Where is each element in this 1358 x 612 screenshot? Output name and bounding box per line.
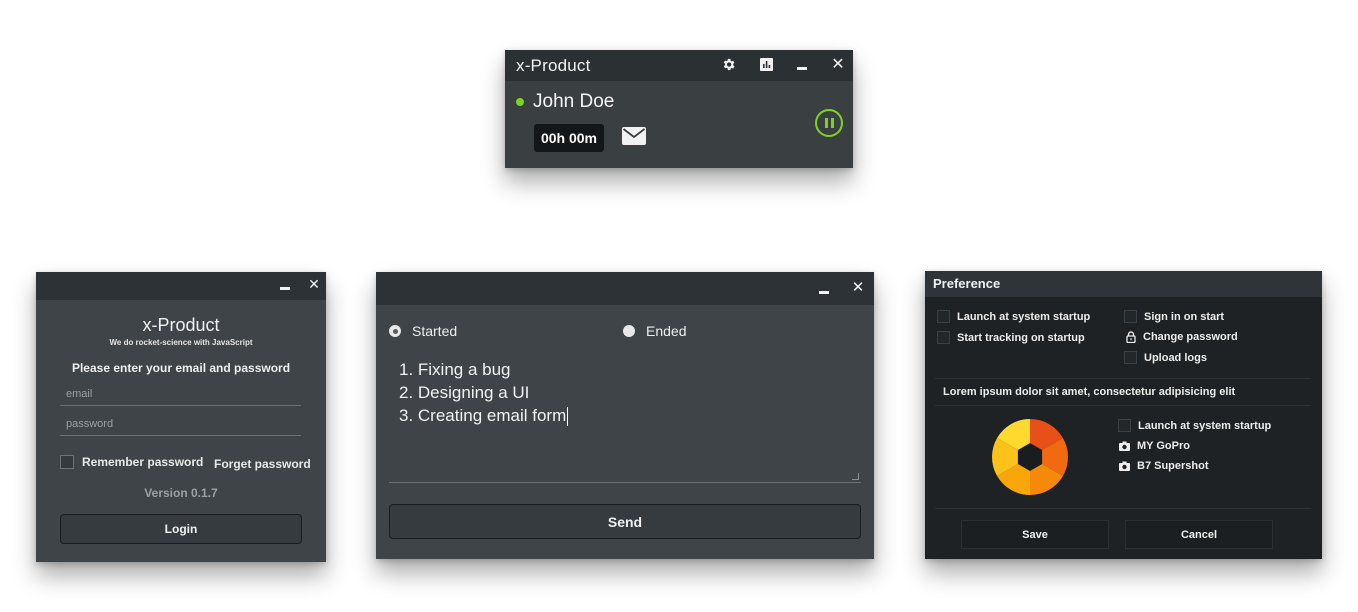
camera-shutter-logo-icon	[991, 418, 1069, 501]
lock-icon	[1124, 331, 1137, 343]
divider	[935, 508, 1311, 509]
upload-logs-option[interactable]: Upload logs	[1124, 351, 1207, 364]
launch-startup-option[interactable]: Launch at system startup	[937, 310, 1090, 323]
start-tracking-option[interactable]: Start tracking on startup	[937, 331, 1085, 344]
elapsed-timer: 00h 00m	[534, 124, 604, 152]
tracker-widget-window: x-Product ✕ John Doe 00h 00m	[505, 50, 853, 168]
device-supershot-label: B7 Supershot	[1137, 460, 1209, 472]
divider	[935, 405, 1311, 406]
pause-button[interactable]	[815, 109, 843, 137]
change-password-label: Change password	[1143, 331, 1238, 343]
camera-icon	[1118, 441, 1131, 451]
launch-startup-label-2: Launch at system startup	[1138, 419, 1272, 432]
save-button[interactable]: Save	[961, 520, 1109, 549]
camera-icon	[1118, 461, 1131, 471]
preference-titlebar[interactable]: Preference	[925, 271, 1322, 297]
widget-titlebar[interactable]: x-Product ✕	[505, 50, 853, 81]
password-field[interactable]: password	[60, 412, 301, 436]
upload-logs-checkbox[interactable]	[1124, 351, 1137, 364]
version-label: Version 0.1.7	[144, 486, 218, 500]
login-window: ✕ x-Product We do rocket-science with Ja…	[36, 272, 326, 562]
close-icon[interactable]: ✕	[307, 277, 321, 293]
task-line-text: 3. Creating email form	[399, 406, 567, 425]
chart-icon[interactable]	[759, 57, 773, 71]
login-app-title: x-Product	[142, 315, 220, 335]
gear-icon[interactable]	[720, 56, 736, 72]
task-report-window: ✕ Started Ended 1. Fixing a bug 2. Desig…	[376, 272, 874, 559]
close-icon[interactable]: ✕	[851, 279, 865, 295]
preference-title: Preference	[933, 276, 1001, 291]
start-tracking-label: Start tracking on startup	[957, 331, 1085, 344]
mail-icon[interactable]	[622, 127, 646, 150]
minimize-icon[interactable]	[818, 288, 830, 296]
remember-password-label: Remember password	[82, 455, 204, 469]
task-textarea[interactable]: 1. Fixing a bug 2. Designing a UI 3. Cre…	[389, 352, 861, 483]
sign-in-label: Sign in on start	[1144, 310, 1225, 323]
device-gopro-label: MY GoPro	[1137, 440, 1190, 452]
divider	[935, 378, 1311, 379]
minimize-icon[interactable]	[796, 63, 808, 73]
change-password-option[interactable]: Change password	[1124, 331, 1238, 343]
send-button[interactable]: Send	[389, 504, 861, 539]
preference-window: Preference Launch at system startup Star…	[925, 271, 1322, 559]
start-tracking-checkbox[interactable]	[937, 331, 950, 344]
device-gopro-option[interactable]: MY GoPro	[1118, 440, 1190, 452]
sign-in-checkbox[interactable]	[1124, 310, 1137, 323]
task-line: 3. Creating email form	[389, 404, 861, 427]
pause-icon	[824, 118, 828, 128]
forget-password-link[interactable]: Forget password	[214, 457, 311, 471]
task-line: 2. Designing a UI	[399, 383, 530, 402]
tasks-titlebar[interactable]: ✕	[376, 272, 874, 305]
launch-startup-checkbox[interactable]	[937, 310, 950, 323]
resize-grip[interactable]	[852, 473, 859, 480]
description-text: Lorem ipsum dolor sit amet, consectetur …	[943, 386, 1236, 398]
launch-startup-checkbox-2[interactable]	[1118, 419, 1131, 432]
login-titlebar[interactable]: ✕	[36, 272, 326, 300]
radio-started-button[interactable]	[389, 325, 401, 337]
device-supershot-option[interactable]: B7 Supershot	[1118, 460, 1209, 472]
online-status-dot	[516, 98, 524, 106]
launch-startup-option-2[interactable]: Launch at system startup	[1118, 419, 1271, 432]
launch-startup-label: Launch at system startup	[957, 310, 1091, 323]
upload-logs-label: Upload logs	[1144, 351, 1207, 364]
login-tagline: We do rocket-science with JavaScript	[109, 338, 253, 347]
login-button[interactable]: Login	[60, 514, 302, 544]
radio-ended-label: Ended	[646, 323, 687, 339]
cancel-button[interactable]: Cancel	[1125, 520, 1273, 549]
radio-started[interactable]: Started	[389, 323, 457, 339]
user-row: John Doe	[516, 91, 614, 113]
task-line: 1. Fixing a bug	[399, 360, 511, 379]
close-icon[interactable]: ✕	[831, 56, 845, 72]
radio-started-label: Started	[412, 323, 458, 339]
radio-ended-button[interactable]	[623, 325, 635, 337]
minimize-icon[interactable]	[279, 284, 291, 292]
text-caret	[567, 407, 569, 427]
remember-password-option[interactable]: Remember password	[60, 455, 203, 469]
widget-app-title: x-Product	[516, 56, 591, 75]
email-field[interactable]: email	[60, 382, 301, 406]
login-prompt: Please enter your email and password	[71, 361, 291, 375]
remember-password-checkbox[interactable]	[60, 455, 74, 469]
radio-ended[interactable]: Ended	[623, 323, 686, 339]
sign-in-option[interactable]: Sign in on start	[1124, 310, 1224, 323]
user-name: John Doe	[533, 91, 615, 112]
